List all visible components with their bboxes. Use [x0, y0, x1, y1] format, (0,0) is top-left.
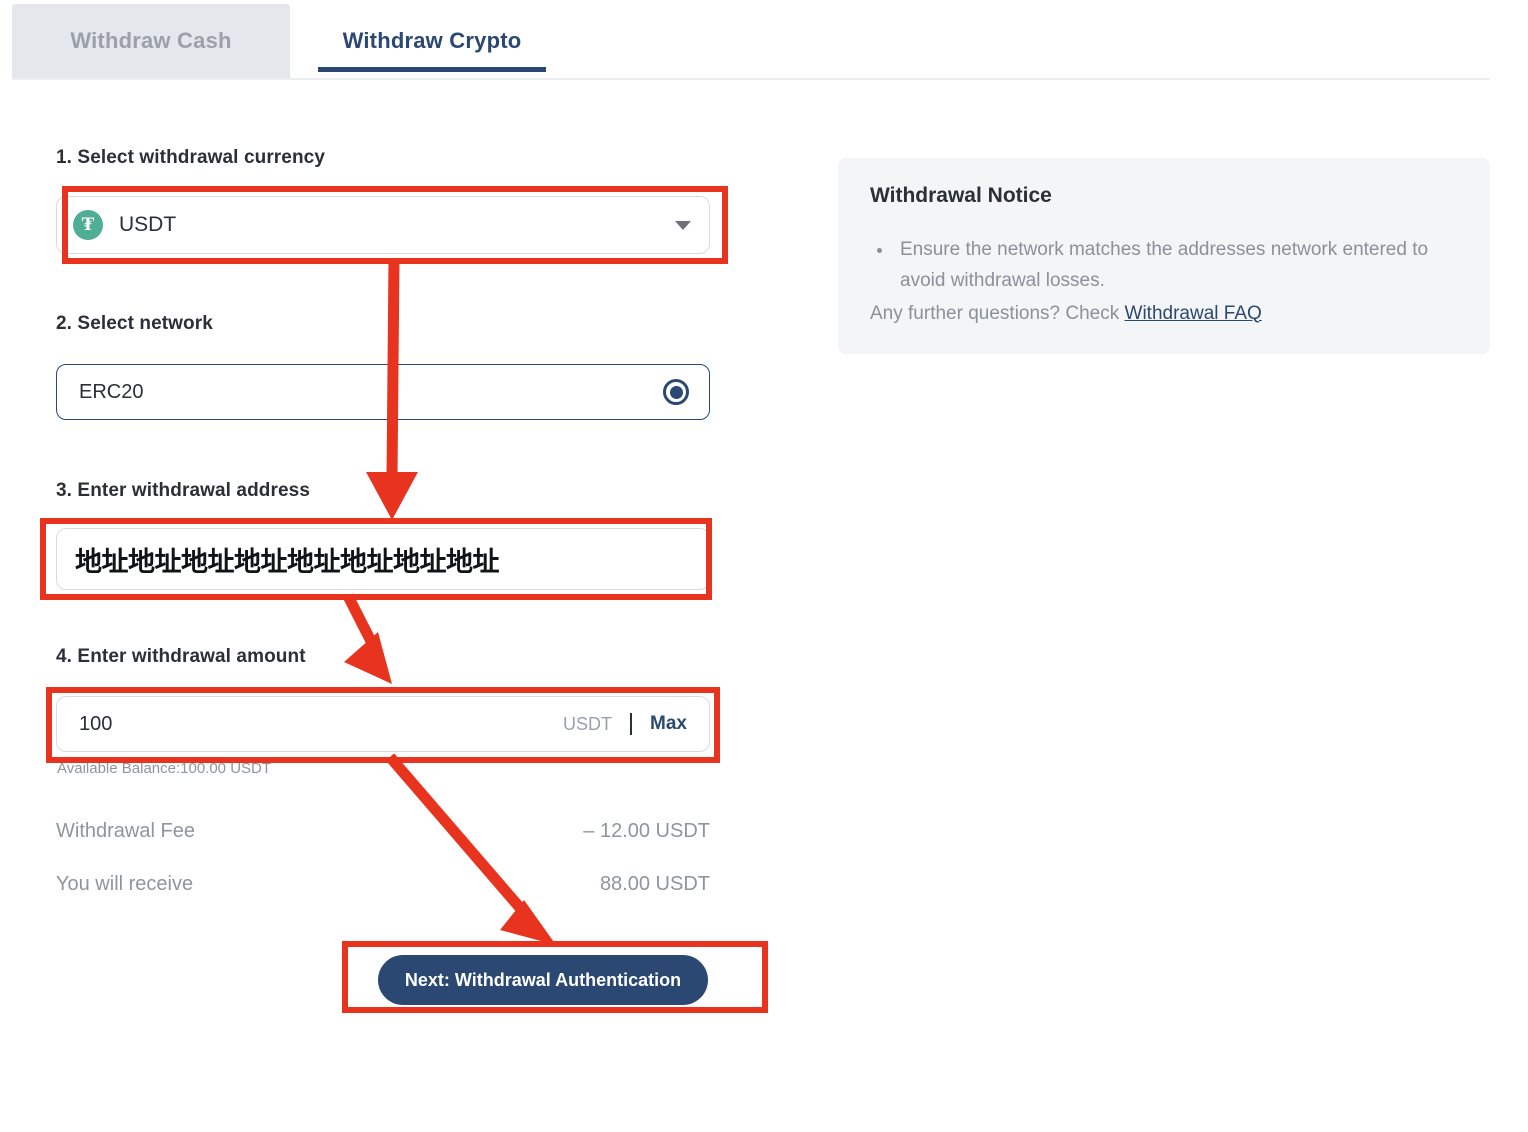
notice-bullet: Ensure the network matches the addresses… — [894, 234, 1460, 297]
tab-withdraw-crypto-label: Withdraw Crypto — [342, 28, 522, 53]
tab-divider — [12, 78, 1490, 80]
step-1-label: 1. Select withdrawal currency — [56, 147, 326, 168]
tether-icon: ₮ — [73, 210, 103, 240]
arrow-amount-to-next-button — [385, 753, 556, 945]
withdraw-crypto-page: Withdraw Cash Withdraw Crypto 1. Select … — [0, 0, 1528, 1132]
summary-row-fee: Withdrawal Fee – 12.00 USDT — [56, 820, 710, 844]
tab-bar: Withdraw Cash Withdraw Crypto — [0, 0, 1490, 82]
amount-unit-label: USDT — [563, 713, 613, 734]
withdrawal-notice-card: Withdrawal Notice Ensure the network mat… — [838, 158, 1490, 354]
amount-divider — [630, 713, 633, 735]
withdrawal-amount-input[interactable]: 100 USDT Max — [56, 696, 710, 752]
withdrawal-notice-list: Ensure the network matches the addresses… — [894, 234, 1460, 297]
next-withdrawal-authentication-button[interactable]: Next: Withdrawal Authentication — [378, 955, 708, 1005]
network-radio-icon[interactable] — [663, 379, 689, 405]
chevron-down-icon[interactable] — [675, 220, 691, 230]
withdrawal-faq-link[interactable]: Withdrawal FAQ — [1125, 303, 1262, 324]
notice-footer: Any further questions? Check Withdrawal … — [870, 303, 1460, 325]
network-option-erc20[interactable]: ERC20 — [56, 364, 710, 420]
withdrawal-fee-label: Withdrawal Fee — [56, 820, 195, 842]
withdrawal-fee-value: – 12.00 USDT — [583, 820, 710, 842]
withdrawal-notice-title: Withdrawal Notice — [870, 184, 1052, 207]
tab-withdraw-crypto[interactable]: Withdraw Crypto — [318, 4, 546, 78]
notice-footer-text: Any further questions? Check — [870, 302, 1125, 324]
withdrawal-address-value: 地址地址地址地址地址地址地址地址 — [75, 546, 500, 578]
currency-select[interactable]: ₮ USDT — [56, 196, 710, 254]
max-button[interactable]: Max — [650, 713, 687, 735]
step-3-label: 3. Enter withdrawal address — [56, 480, 311, 501]
currency-value: USDT — [119, 213, 177, 236]
available-balance-label: Available Balance:100.00 USDT — [57, 760, 272, 777]
you-will-receive-value: 88.00 USDT — [599, 873, 710, 895]
amount-suffix: USDT Max — [563, 713, 687, 735]
tab-withdraw-cash-label: Withdraw Cash — [70, 28, 232, 53]
summary-row-receive: You will receive 88.00 USDT — [56, 873, 710, 897]
withdrawal-amount-value: 100 — [79, 712, 113, 735]
step-2-label: 2. Select network — [56, 313, 213, 334]
you-will-receive-label: You will receive — [56, 873, 194, 895]
radio-dot — [669, 385, 683, 399]
network-value: ERC20 — [79, 380, 144, 403]
tab-withdraw-cash[interactable]: Withdraw Cash — [12, 4, 290, 78]
arrow-address-to-amount — [343, 593, 392, 684]
withdrawal-address-input[interactable]: 地址地址地址地址地址地址地址地址 — [56, 528, 710, 590]
tab-active-underline — [318, 67, 546, 72]
step-4-label: 4. Enter withdrawal amount — [56, 646, 306, 667]
footer-branding: n f 虛擬貨幣買下全世界 Le 懶人經濟學 LOUNGER ECONOMICS — [0, 1030, 1528, 1132]
